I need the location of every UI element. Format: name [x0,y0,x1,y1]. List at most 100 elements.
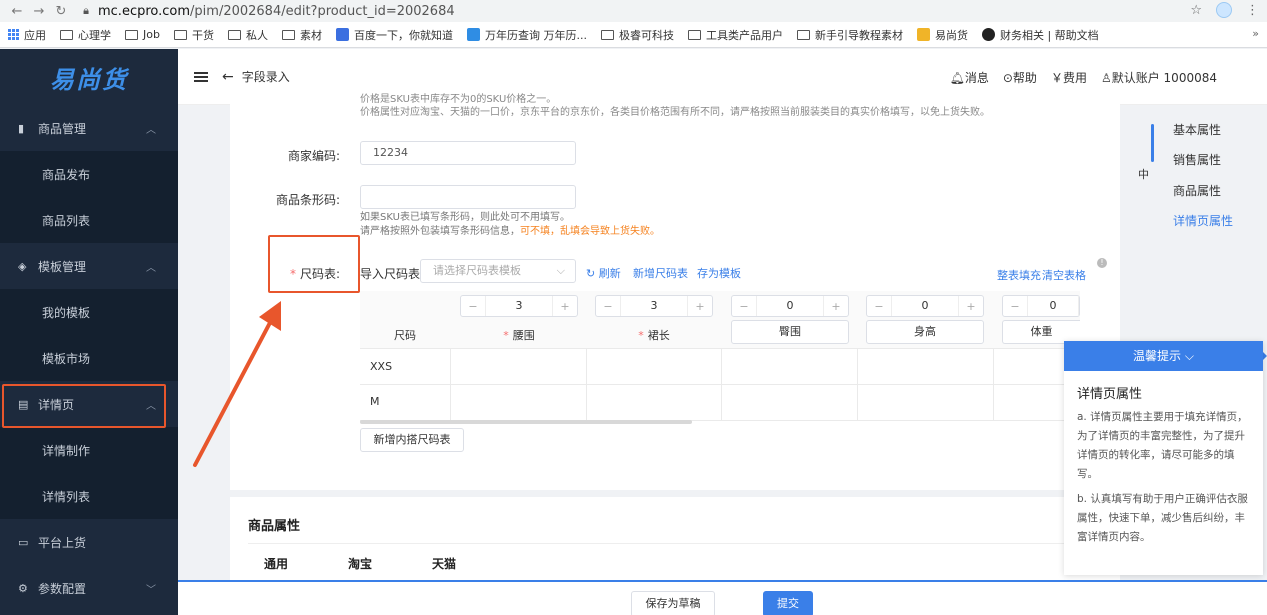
url-host: mc.ecpro.com [98,3,191,19]
anchor-product-attributes[interactable]: 商品属性 [1173,182,1221,199]
fee-link[interactable]: ￥费用 [1051,69,1087,86]
sidebar: 易尚货 ▮ 商品管理 ︿ 商品发布 商品列表 ◈ 模板管理 ︿ 我的模板 模板市场 ▤ 详… [0,49,178,615]
length-stepper[interactable]: −3 + [595,295,713,317]
header-hip[interactable]: 臀围 [731,320,849,344]
sidebar-item-detail-make[interactable]: 详情制作 [0,427,178,473]
tab-general[interactable]: 通用 [264,555,288,572]
bookmark-folder[interactable]: 私人 [227,27,268,43]
bookmark-folder[interactable]: 干货 [173,27,214,43]
bookmark-folder[interactable]: 极睿可科技 [600,27,674,43]
table-scrollbar[interactable] [360,420,692,424]
bookmark-folder[interactable]: Job [125,28,160,41]
hip-stepper[interactable]: −0 + [731,295,849,317]
forward-arrow-icon[interactable]: → [28,4,50,19]
refresh-link[interactable]: ↻ 刷新 [586,265,621,281]
barcode-input[interactable] [360,185,576,209]
yishanghuo-icon [916,28,930,41]
sidebar-group-detail[interactable]: ▤ 详情页 ︿ [0,381,178,428]
lock-icon: 🔒︎ [83,4,89,17]
barcode-label: 商品条形码: [275,193,340,207]
layers-icon: ◈ [18,259,27,273]
waist-stepper[interactable]: −3 + [460,295,578,317]
sidebar-group-goods[interactable]: ▮ 商品管理 ︿ [0,105,178,151]
product-attributes-section: 商品属性 通用 淘宝 天猫 [230,497,1120,582]
star-icon[interactable]: ☆ [1190,3,1202,18]
sidebar-group-platform[interactable]: ▭ 平台上货 [0,519,178,565]
tab-tmall[interactable]: 天猫 [432,555,456,572]
new-size-link[interactable]: 新增尺码表 [633,265,688,281]
table-row-size: M [370,395,380,408]
size-template-select[interactable]: 请选择尺码表模板 ⌵ [420,259,576,283]
bookmark-baidu[interactable]: 百度一下，你就知道 [335,27,453,43]
minus-icon[interactable]: − [732,300,756,313]
sidebar-group-settings[interactable]: ⚙ 参数配置 ﹀ [0,565,178,611]
minus-icon[interactable]: − [461,300,485,313]
submit-button[interactable]: 提交 [763,591,813,615]
chevron-up-icon: ︿ [146,263,156,274]
sidebar-item-template-market[interactable]: 模板市场 [0,335,178,381]
section-title: 商品属性 [248,519,301,534]
bookmark-yishanghuo[interactable]: 易尚货 [916,27,968,43]
profile-avatar[interactable] [1216,2,1232,18]
table-row-size: XXS [370,360,393,373]
back-arrow-icon[interactable]: ← [6,4,28,19]
upload-icon: ▭ [18,535,29,549]
price-note-1: 价格是SKU表中库存不为0的SKU价格之一。 [360,94,557,105]
account-link[interactable]: ♙默认账户 1000084 [1101,69,1217,86]
help-icon: ⊙ [1002,71,1013,85]
weight-stepper[interactable]: −0 [1002,295,1080,317]
menu-toggle-icon[interactable] [194,71,208,82]
plus-icon[interactable]: + [553,300,577,313]
clear-table-link[interactable]: 清空表格 [1042,267,1086,283]
bookmark-folder[interactable]: 工具类产品用户 [687,27,783,43]
plus-icon[interactable]: + [824,300,848,313]
merchant-code-input[interactable]: 12234 [360,141,576,165]
more-bookmarks-icon[interactable]: » [1252,27,1259,40]
chevron-down-icon: ﹀ [146,585,156,596]
sidebar-item-goods-publish[interactable]: 商品发布 [0,151,178,197]
save-draft-button[interactable]: 保存为草稿 [631,591,715,615]
bookmark-folder[interactable]: 心理学 [60,27,111,43]
bookmark-folder[interactable]: 素材 [281,27,322,43]
help-link[interactable]: ⊙帮助 [1003,69,1037,86]
logo: 易尚货 [50,65,128,94]
add-inner-size-button[interactable]: 新增内搭尺码表 [360,428,464,452]
bookmark-folder[interactable]: 新手引导教程素材 [796,27,903,43]
plus-icon[interactable]: + [688,300,712,313]
folder-icon [60,29,73,40]
anchor-basic-attributes[interactable]: 基本属性 [1173,121,1221,138]
fill-all-link[interactable]: 整表填充 [997,267,1041,283]
price-note-2: 价格属性对应淘宝、天猫的一口价，京东平台的京东价，各类目价格范围有所不同，请严格… [360,107,990,118]
reload-icon[interactable]: ↻ [50,4,72,19]
tab-taobao[interactable]: 淘宝 [348,555,372,572]
anchor-nav-indicator [1151,124,1154,162]
plus-icon[interactable]: + [959,300,983,313]
header-height[interactable]: 身高 [866,320,984,344]
info-icon[interactable]: ! [1097,258,1107,268]
sidebar-item-my-templates[interactable]: 我的模板 [0,289,178,335]
address-bar[interactable]: mc.ecpro.com/pim/2002684/edit?product_id… [98,4,455,19]
globe-icon [981,28,995,41]
anchor-detail-attributes[interactable]: 详情页属性 [1173,212,1233,229]
sidebar-group-templates[interactable]: ◈ 模板管理 ︿ [0,243,178,289]
bookmark-help[interactable]: 财务相关 | 帮助文档 [981,27,1099,43]
bookmark-calendar[interactable]: 万年历查询 万年历... [466,27,587,43]
height-stepper[interactable]: −0 + [866,295,984,317]
chevron-down-icon: ⌵ [1184,349,1194,363]
minus-icon[interactable]: − [867,300,891,313]
minus-icon[interactable]: − [596,300,620,313]
folder-icon [796,29,810,40]
save-template-link[interactable]: 存为模板 [697,265,741,281]
refresh-icon: ↻ [586,267,596,280]
message-link[interactable]: 🔔︎消息 [950,69,989,86]
more-icon[interactable]: ⋮ [1246,3,1259,18]
minus-icon[interactable]: − [1003,300,1027,313]
anchor-sales-attributes[interactable]: 销售属性 [1173,151,1221,168]
sidebar-item-goods-list[interactable]: 商品列表 [0,197,178,243]
back-icon[interactable]: ← [222,69,234,85]
bookmark-apps[interactable]: 应用 [8,27,46,43]
folder-icon [125,29,138,40]
tip-title: 详情页属性 [1077,387,1143,402]
sidebar-item-detail-list[interactable]: 详情列表 [0,473,178,519]
tip-header[interactable]: 温馨提示 ⌵ [1064,341,1263,371]
